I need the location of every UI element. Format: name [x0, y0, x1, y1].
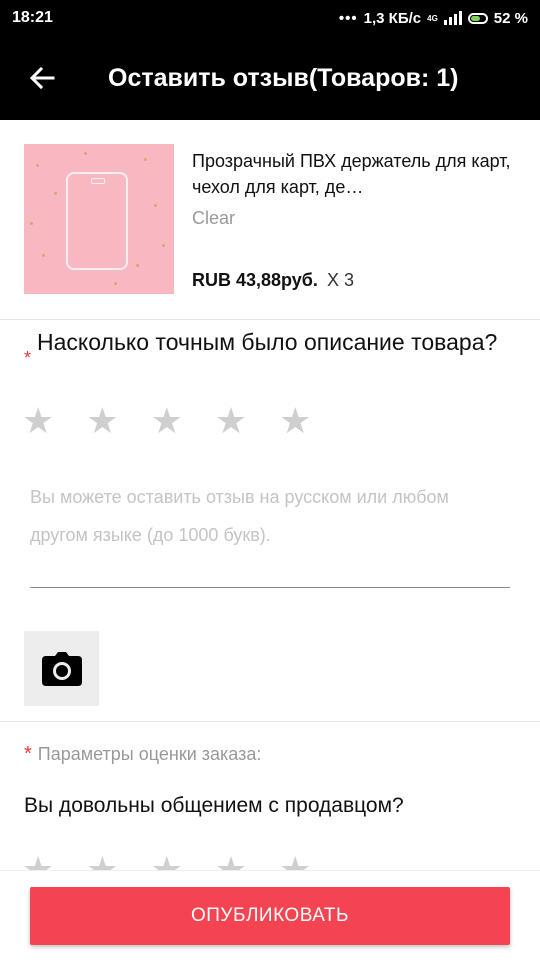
star-5-icon[interactable]: ★ [279, 403, 311, 439]
star-2-icon[interactable]: ★ [86, 403, 118, 439]
add-photo-button[interactable] [24, 631, 99, 706]
publish-button[interactable]: ОПУБЛИКОВАТЬ [30, 887, 510, 945]
status-right: ••• 1,3 КБ/с 4G 52 % [339, 10, 528, 27]
network-speed: 1,3 КБ/с [363, 9, 422, 27]
review-field [30, 478, 510, 588]
product-price-row: RUB 43,88руб. X 3 [192, 270, 354, 291]
camera-icon [41, 651, 82, 686]
required-mark: * [24, 348, 32, 368]
arrow-left-icon [29, 66, 55, 90]
more-dots-icon: ••• [338, 9, 358, 27]
network-type: 4G [427, 13, 438, 23]
product-image [24, 144, 174, 294]
page-title: Оставить отзыв(Товаров: 1) [108, 63, 459, 92]
status-time: 18:21 [12, 9, 53, 26]
back-button[interactable] [0, 36, 84, 120]
star-3-icon[interactable]: ★ [151, 403, 183, 439]
status-bar: 18:21 ••• 1,3 КБ/с 4G 52 % [0, 0, 540, 36]
rating-params-label: * Параметры оценки заказа: [24, 743, 261, 766]
section-divider [0, 721, 540, 722]
product-summary: Прозрачный ПВХ держатель для карт, чехол… [0, 120, 540, 320]
review-input[interactable] [30, 478, 510, 587]
description-rating: ★ ★ ★ ★ ★ [22, 403, 311, 439]
description-accuracy-question: * Насколько точным было описание товара? [24, 328, 524, 369]
required-mark: * [24, 743, 32, 765]
star-4-icon[interactable]: ★ [215, 403, 247, 439]
product-variant: Clear [192, 208, 236, 228]
rating-params-text: Параметры оценки заказа: [37, 744, 262, 764]
battery-icon [467, 12, 488, 24]
product-quantity: X 3 [326, 270, 354, 290]
battery-level: 52 % [493, 9, 528, 27]
product-name: Прозрачный ПВХ держатель для карт, чехол… [192, 151, 511, 197]
signal-icon [443, 11, 462, 25]
bottom-bar: ОПУБЛИКОВАТЬ [0, 870, 540, 960]
star-1-icon[interactable]: ★ [22, 403, 54, 439]
question-text: Насколько точным было описание товара? [37, 329, 498, 355]
product-price: RUB 43,88руб. [192, 270, 318, 290]
seller-communication-question: Вы довольны общением с продавцом? [24, 794, 404, 817]
app-header: Оставить отзыв(Товаров: 1) [0, 36, 540, 120]
